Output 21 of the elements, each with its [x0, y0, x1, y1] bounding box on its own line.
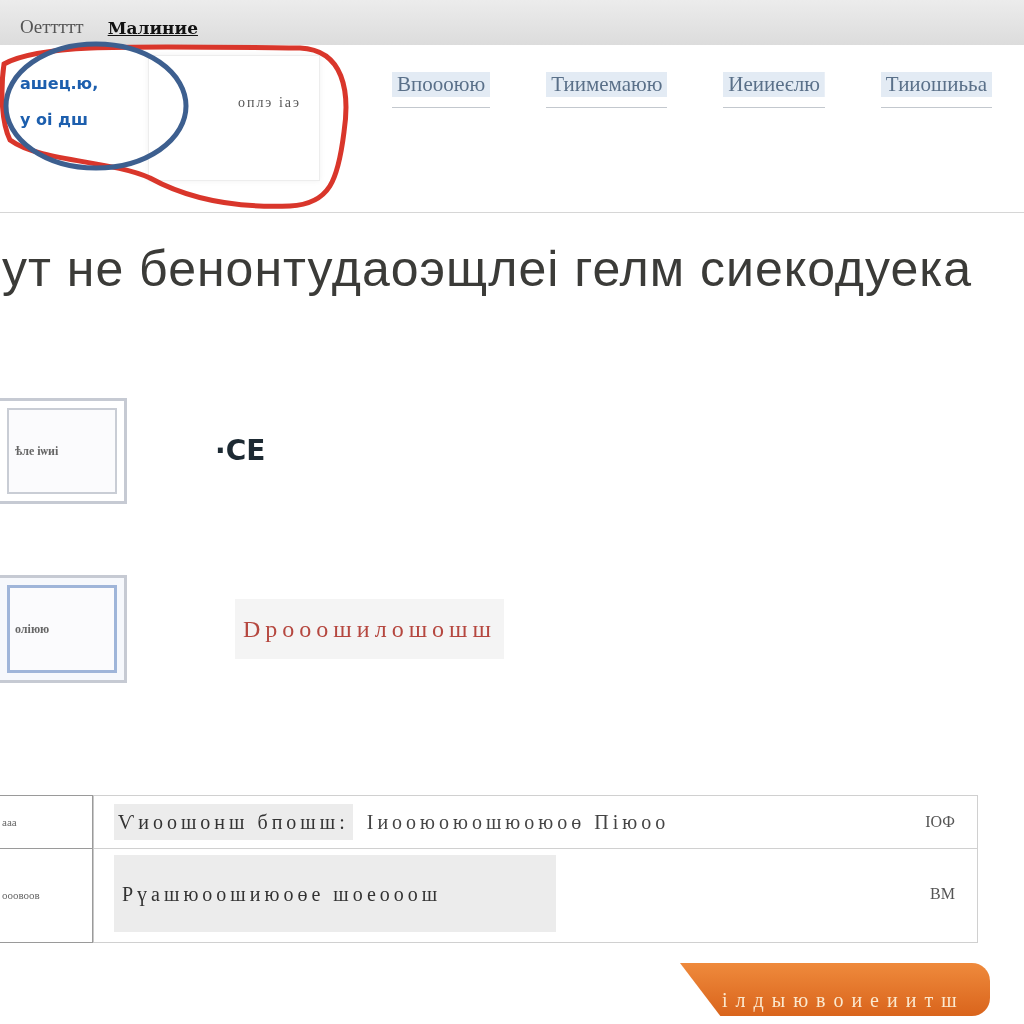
app-title: Оеттттт: [20, 17, 84, 38]
row-value: ВМ: [930, 883, 955, 904]
nav-tab[interactable]: Тиимемаюю: [546, 72, 668, 109]
text-field[interactable]: оліюю: [0, 575, 127, 683]
side-link[interactable]: у оі дш: [20, 110, 88, 129]
panel-text: оплэ іаэ: [237, 95, 301, 110]
table-cell-text: ооовоов: [2, 888, 40, 904]
row-label: Рүашюоошиюоөе шоеооош: [114, 855, 556, 932]
nav-tab[interactable]: Впоооюю: [392, 72, 491, 109]
table-cell-text: ааа: [2, 814, 17, 830]
row-label: Ѵиоошонш бпошш:: [114, 804, 353, 840]
nav-tab[interactable]: Иеииеєлю: [723, 72, 825, 109]
text-field[interactable]: ѣле іѡиі: [0, 398, 127, 504]
error-message: Dрооошилошошш: [235, 599, 505, 659]
menu-link[interactable]: Малиние: [107, 19, 198, 38]
nav-tab[interactable]: Тииошиььа: [880, 72, 992, 109]
row-text: Іиооюоюошюоюоө Піюоо: [366, 810, 670, 835]
row-value: ІОФ: [925, 812, 955, 832]
headline: ут не бенонтудаоэщлеі гелм сиекодуека: [1, 240, 974, 299]
side-link[interactable]: ашец.ю,: [20, 75, 99, 93]
field-label: ·СЕ: [215, 433, 266, 469]
